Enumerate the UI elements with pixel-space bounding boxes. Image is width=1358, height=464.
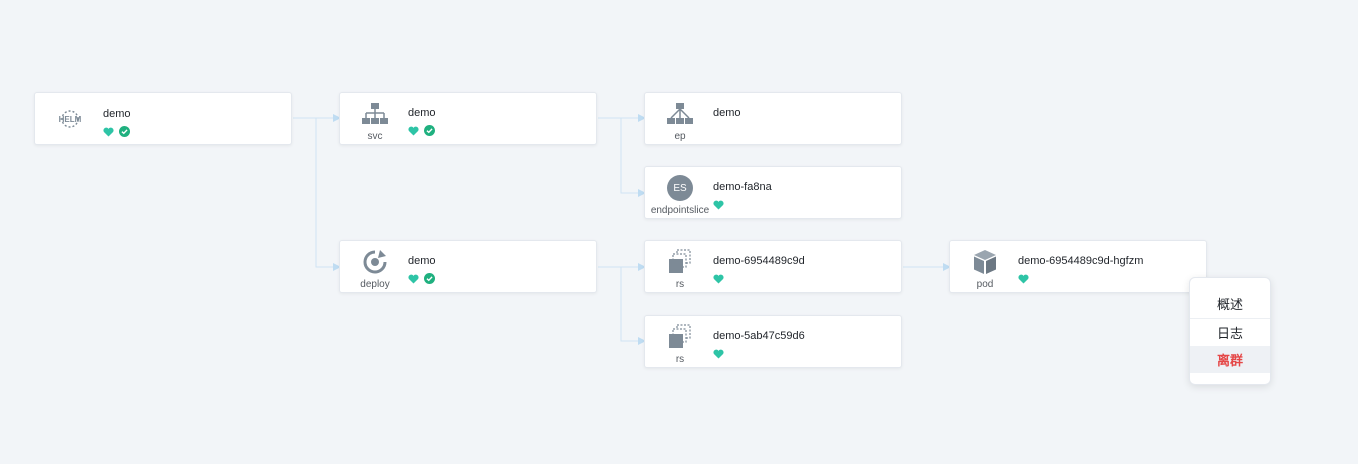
status-icons	[103, 124, 130, 142]
edge-deploy-rs2	[620, 267, 646, 345]
resource-tree-canvas: HELM demo svc demo ep demo ES endpointsl…	[0, 0, 1358, 464]
check-circle-icon	[424, 271, 435, 289]
status-icons	[408, 123, 435, 141]
heart-icon	[1018, 271, 1029, 289]
node-name: demo-6954489c9d-hgfzm	[1018, 255, 1144, 267]
check-circle-icon	[119, 124, 130, 142]
menu-item-logs[interactable]: 日志	[1190, 318, 1270, 346]
status-icons	[713, 197, 724, 215]
status-icons	[1018, 271, 1029, 289]
node-kind: rs	[675, 279, 685, 290]
node-name: demo	[103, 108, 131, 120]
service-icon	[357, 101, 393, 127]
heart-icon	[103, 124, 114, 142]
edge-svc-eps	[620, 118, 646, 197]
node-name: demo	[408, 107, 436, 119]
svg-text:HELM: HELM	[59, 115, 82, 124]
node-kind: svc	[367, 131, 383, 142]
node-kind: deploy	[360, 279, 390, 290]
node-replicaset[interactable]: rs demo-6954489c9d	[644, 240, 902, 293]
node-helm-release[interactable]: HELM demo	[34, 92, 292, 145]
replicaset-icon	[662, 324, 698, 350]
node-kind: pod	[976, 279, 994, 290]
edges	[293, 114, 951, 345]
heart-icon	[713, 271, 724, 289]
status-icons	[408, 271, 435, 289]
node-deployment[interactable]: deploy demo	[339, 240, 597, 293]
endpoint-icon	[662, 101, 698, 127]
heart-icon	[713, 346, 724, 364]
node-service[interactable]: svc demo	[339, 92, 597, 145]
status-icons	[713, 271, 724, 289]
heart-icon	[408, 271, 419, 289]
replicaset-icon	[662, 249, 698, 275]
node-name: demo-5ab47c59d6	[713, 330, 805, 342]
deploy-icon	[357, 249, 393, 275]
node-name: demo	[408, 255, 436, 267]
node-replicaset[interactable]: rs demo-5ab47c59d6	[644, 315, 902, 368]
node-name: demo-fa8na	[713, 181, 772, 193]
helm-icon: HELM	[52, 106, 88, 132]
status-icons	[713, 346, 724, 364]
node-kind: ep	[674, 131, 686, 142]
node-name: demo	[713, 107, 741, 119]
node-endpoint[interactable]: ep demo	[644, 92, 902, 145]
menu-item-outlier[interactable]: 离群	[1190, 346, 1270, 373]
node-kind: rs	[675, 354, 685, 365]
node-kind: endpointslice	[650, 205, 710, 216]
heart-icon	[713, 197, 724, 215]
node-name: demo-6954489c9d	[713, 255, 805, 267]
endpointslice-icon: ES	[662, 175, 698, 201]
check-circle-icon	[424, 123, 435, 141]
menu-item-overview[interactable]: 概述	[1190, 290, 1270, 317]
pod-icon	[967, 249, 1003, 275]
node-pod[interactable]: pod demo-6954489c9d-hgfzm	[949, 240, 1207, 293]
node-endpointslice[interactable]: ES endpointslice demo-fa8na	[644, 166, 902, 219]
heart-icon	[408, 123, 419, 141]
edge-helm-deploy	[315, 118, 341, 271]
context-menu: 概述 日志 离群	[1189, 277, 1271, 385]
